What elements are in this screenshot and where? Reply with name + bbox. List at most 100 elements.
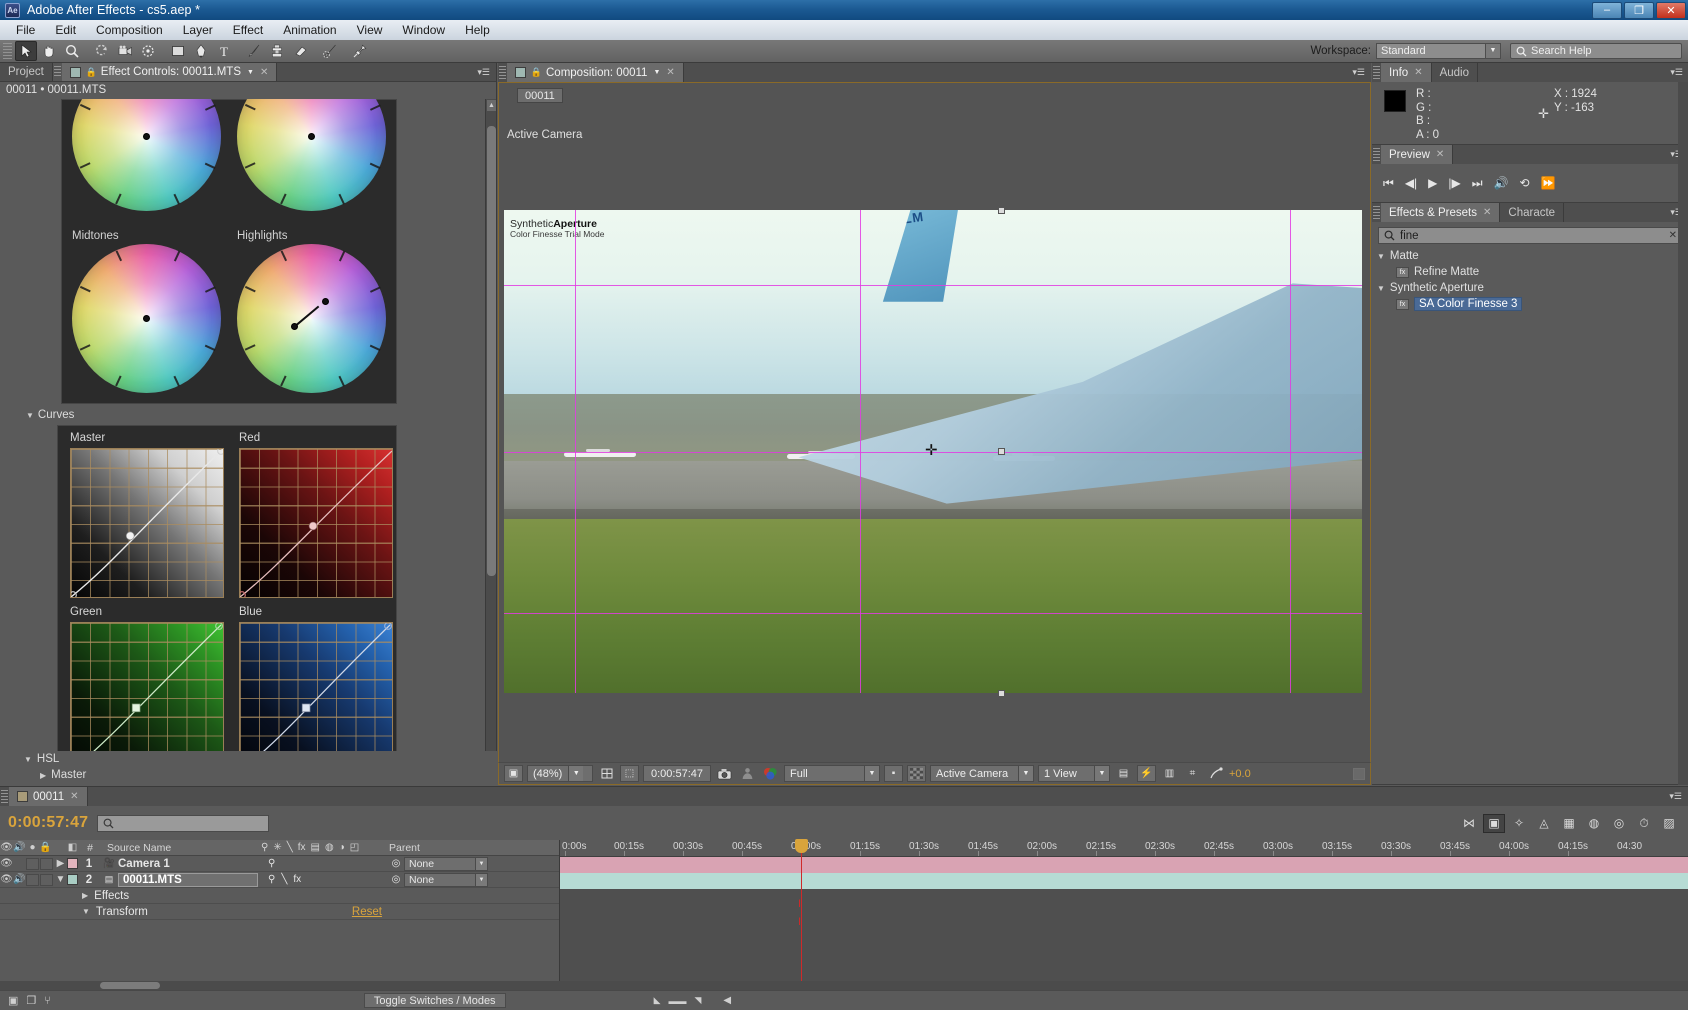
zoom-in-icon[interactable]: ◥	[694, 995, 701, 1006]
channel-rgb-icon[interactable]	[761, 765, 780, 782]
puppet-pin-tool[interactable]	[349, 41, 371, 61]
current-time-display[interactable]: 0:00:57:47	[643, 765, 711, 782]
tab-effects-presets[interactable]: Effects & Presets ✕	[1381, 203, 1500, 222]
lift-wheel-handle[interactable]	[308, 133, 315, 140]
red-curve-grid[interactable]	[239, 448, 393, 598]
layer-lock-toggle[interactable]	[40, 858, 53, 870]
ram-preview-button[interactable]: ⏩	[1541, 176, 1556, 190]
track-bar-camera[interactable]	[560, 857, 1688, 873]
toolbar-grip[interactable]	[3, 43, 12, 60]
always-preview-button[interactable]: ▣	[504, 765, 523, 782]
tab-timeline-comp[interactable]: 00011 ✕	[9, 787, 88, 806]
minimize-button[interactable]: –	[1592, 2, 1622, 19]
search-help-input[interactable]: Search Help	[1510, 43, 1682, 59]
timeline-current-time[interactable]: 0:00:57:47	[8, 814, 88, 832]
loop-button[interactable]: ⟲	[1520, 176, 1530, 190]
layer-solo-toggle[interactable]	[26, 874, 39, 886]
table-row[interactable]: 👁 ▶ 1 🎥 Camera 1 ⚲ ◎ None ▼	[0, 856, 559, 872]
composition-panel-menu[interactable]: ▾☰	[1346, 63, 1371, 82]
layer-solo-toggle[interactable]	[26, 858, 39, 870]
show-snapshot-icon[interactable]	[738, 765, 757, 782]
comp-flowchart-icon[interactable]: ⌗	[1183, 765, 1202, 782]
timeline-tracks[interactable]: 0:00s 00:15s 00:30s 00:45s 01:00s 01:15s…	[560, 840, 1688, 981]
parent-pickwhip-icon[interactable]: ◎	[388, 858, 404, 869]
comp-flowchart-icon[interactable]: ▣	[8, 994, 18, 1007]
tab-info[interactable]: Info ✕	[1381, 63, 1432, 82]
enable-frame-blending-icon[interactable]: ◬	[1533, 814, 1555, 833]
pan-behind-tool[interactable]	[137, 41, 159, 61]
midtones-wheel-handle[interactable]	[143, 315, 150, 322]
menu-effect[interactable]: Effect	[223, 20, 273, 40]
timeline-panel-menu[interactable]: ▾☰	[1669, 787, 1688, 806]
highlights-wheel[interactable]	[237, 244, 386, 393]
layer-expand-arrow[interactable]: ▼	[54, 874, 67, 885]
view-layout-select[interactable]: 1 View ▼	[1038, 765, 1110, 782]
selection-handle[interactable]	[998, 690, 1005, 697]
eraser-tool[interactable]	[289, 41, 311, 61]
table-row[interactable]: 👁 🔊 ▼ 2 ▤ 00011.MTS ⚲╲fx ◎ None ▼	[0, 872, 559, 888]
roto-brush-tool[interactable]	[319, 41, 341, 61]
resolution-select[interactable]: Full ▼	[784, 765, 880, 782]
motion-sketch-icon[interactable]: ▨	[1658, 814, 1680, 833]
scroll-left-arrow-icon[interactable]: ◀	[723, 995, 731, 1006]
lift-wheel[interactable]	[237, 99, 386, 211]
last-frame-button[interactable]: ⏭	[1472, 176, 1483, 191]
current-time-indicator[interactable]	[801, 840, 802, 981]
layer-name[interactable]: 00011.MTS	[118, 873, 258, 887]
type-tool[interactable]: T	[213, 41, 235, 61]
menu-view[interactable]: View	[347, 20, 393, 40]
close-button[interactable]: ✕	[1656, 2, 1686, 19]
effects-group-matte[interactable]: ▼ Matte	[1372, 248, 1688, 264]
layer-parent-select[interactable]: None ▼	[404, 873, 488, 887]
tab-grip[interactable]	[1373, 66, 1380, 79]
fast-previews-icon[interactable]: ⚡	[1137, 765, 1156, 782]
layer-switches[interactable]: ⚲	[258, 858, 388, 869]
grid-guides-button[interactable]	[597, 765, 616, 782]
tab-grip[interactable]	[1373, 206, 1380, 219]
layer-visibility-toggle[interactable]: 👁	[0, 858, 13, 869]
close-icon[interactable]: ✕	[1436, 149, 1444, 160]
composition-stage[interactable]: 00011 Active Camera KLM	[498, 82, 1371, 762]
green-curve-grid[interactable]	[70, 622, 224, 772]
effect-controls-scrollbar[interactable]: ▲ ▼	[485, 99, 496, 785]
effects-scrollbar[interactable]	[1678, 82, 1688, 785]
layer-property-effects[interactable]: ▶ Effects	[0, 888, 559, 904]
zoom-select[interactable]: (48%) ▼	[527, 765, 593, 782]
menu-composition[interactable]: Composition	[86, 20, 173, 40]
timeline-flow-icon[interactable]: ▥	[1160, 765, 1179, 782]
effects-group-synthetic-aperture[interactable]: ▼ Synthetic Aperture	[1372, 280, 1688, 296]
tab-grip[interactable]	[54, 66, 61, 78]
camera-view-select[interactable]: Active Camera ▼	[930, 765, 1034, 782]
rotation-tool[interactable]	[91, 41, 113, 61]
clone-stamp-tool[interactable]	[266, 41, 288, 61]
lock-icon[interactable]: 🔒	[531, 67, 542, 78]
graph-editor-icon[interactable]: ⑂	[44, 995, 51, 1007]
hand-tool[interactable]	[38, 41, 60, 61]
curves-section-header[interactable]: ▼ Curves	[26, 409, 74, 421]
toggle-switches-modes-button[interactable]: Toggle Switches / Modes	[364, 993, 506, 1008]
brush-tool[interactable]	[243, 41, 265, 61]
layer-expand-arrow[interactable]: ▶	[54, 858, 67, 869]
layer-switches[interactable]: ⚲╲fx	[258, 874, 388, 885]
zoom-out-icon[interactable]: ◣	[654, 995, 661, 1006]
close-icon[interactable]: ✕	[1414, 67, 1422, 78]
scroll-up-arrow-icon[interactable]: ▲	[487, 100, 496, 111]
timeline-zoom-slider[interactable]: ▬▬	[668, 996, 686, 1006]
transparency-grid-button[interactable]	[907, 765, 926, 782]
tab-composition[interactable]: 🔒 Composition: 00011 ▼ ✕	[507, 63, 684, 82]
layer-visibility-toggle[interactable]: 👁	[0, 874, 13, 885]
menu-animation[interactable]: Animation	[273, 20, 346, 40]
play-button[interactable]: ▶	[1428, 176, 1437, 190]
shadows-wheel[interactable]	[72, 99, 221, 211]
region-of-interest-button[interactable]: ⬚	[620, 765, 639, 782]
track-bar-footage[interactable]	[560, 873, 1688, 889]
camera-tool[interactable]	[114, 41, 136, 61]
draft-3d-icon[interactable]: ▣	[1483, 814, 1505, 833]
layer-parent-select[interactable]: None ▼	[404, 857, 488, 871]
close-icon[interactable]: ✕	[666, 67, 674, 78]
selection-handle[interactable]	[998, 448, 1005, 455]
shadows-wheel-handle[interactable]	[143, 133, 150, 140]
parent-pickwhip-icon[interactable]: ◎	[388, 874, 404, 885]
tab-grip[interactable]	[1, 790, 8, 803]
timeline-search-input[interactable]	[97, 815, 269, 832]
